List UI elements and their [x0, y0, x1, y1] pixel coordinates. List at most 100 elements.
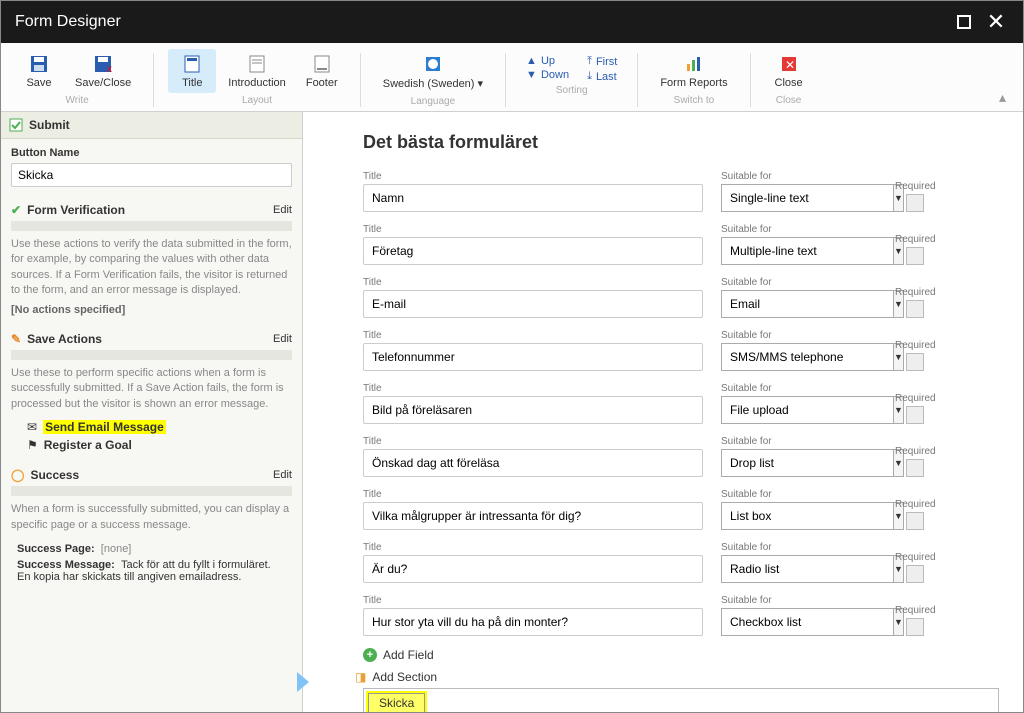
- field-title-input[interactable]: [363, 237, 703, 265]
- save-actions-desc: Use these to perform specific actions wh…: [1, 366, 302, 418]
- required-checkbox[interactable]: [906, 194, 924, 212]
- scroll-up-arrow[interactable]: ▴: [999, 89, 1015, 105]
- form-verification-head: ✔ Form Verification Edit: [1, 195, 302, 219]
- field-type-value[interactable]: [721, 396, 893, 424]
- titlebar: Form Designer ✕: [1, 1, 1023, 43]
- field-type-dropdown[interactable]: ▼: [721, 555, 877, 583]
- required-checkbox[interactable]: [906, 353, 924, 371]
- form-heading: Det bästa formuläret: [363, 132, 999, 153]
- required-checkbox[interactable]: [906, 459, 924, 477]
- save-actions-head: ✎ Save Actions Edit: [1, 324, 302, 348]
- maximize-button[interactable]: [951, 9, 977, 35]
- field-type-dropdown[interactable]: ▼: [721, 343, 877, 371]
- submit-icon: [9, 118, 23, 132]
- title-label: Title: [363, 595, 703, 606]
- field-title-input[interactable]: [363, 184, 703, 212]
- field-title-input[interactable]: [363, 555, 703, 583]
- save-action-email[interactable]: ✉ Send Email Message: [1, 418, 302, 436]
- language-dropdown[interactable]: Swedish (Sweden) ▾: [375, 49, 491, 94]
- save-action-goal[interactable]: ⚑ Register a Goal: [1, 436, 302, 454]
- form-designer-window: Form Designer ✕ Save x Save/Close Write: [0, 0, 1024, 713]
- edit-form-verification[interactable]: Edit: [273, 204, 292, 216]
- field-row: Title Suitable for ▼ Required: [363, 330, 999, 371]
- required-checkbox[interactable]: [906, 618, 924, 636]
- field-type-value[interactable]: [721, 608, 893, 636]
- field-title-input[interactable]: [363, 449, 703, 477]
- success-head: ◯ Success Edit: [1, 460, 302, 484]
- title-label: Title: [363, 330, 703, 341]
- sort-first[interactable]: ⤒First: [587, 55, 617, 68]
- sort-up[interactable]: ▲Up: [526, 55, 569, 67]
- suitable-label: Suitable for: [721, 330, 877, 341]
- edit-success[interactable]: Edit: [273, 469, 292, 481]
- field-type-dropdown[interactable]: ▼: [721, 396, 877, 424]
- suitable-label: Suitable for: [721, 383, 877, 394]
- field-type-dropdown[interactable]: ▼: [721, 184, 877, 212]
- title-label: Title: [363, 171, 703, 182]
- field-title-input[interactable]: [363, 290, 703, 318]
- sort-down[interactable]: ▼Down: [526, 69, 569, 81]
- field-type-value[interactable]: [721, 343, 893, 371]
- required-checkbox[interactable]: [906, 565, 924, 583]
- close-button[interactable]: ✕ Close: [765, 49, 813, 93]
- save-button[interactable]: Save: [15, 49, 63, 93]
- field-row: TitleSuitable for▼Required: [363, 277, 999, 318]
- save-close-button[interactable]: x Save/Close: [67, 49, 139, 93]
- suitable-label: Suitable for: [721, 171, 877, 182]
- button-name-input[interactable]: [11, 163, 292, 187]
- window-title: Form Designer: [15, 13, 945, 31]
- sort-last[interactable]: ⤓Last: [587, 70, 617, 83]
- form-reports-button[interactable]: Form Reports: [652, 49, 735, 93]
- sort-firstlast: ⤒First ⤓Last: [587, 55, 617, 83]
- sun-icon: ◯: [11, 468, 24, 482]
- footer-icon: [311, 53, 333, 75]
- field-type-dropdown[interactable]: ▼: [721, 237, 877, 265]
- required-label: Required: [895, 340, 936, 351]
- required-label: Required: [895, 446, 936, 457]
- suitable-label: Suitable for: [721, 542, 877, 553]
- add-field-button[interactable]: + Add Field: [363, 648, 999, 662]
- introduction-button[interactable]: Introduction: [220, 49, 293, 93]
- sort-updown: ▲Up ▼Down: [526, 55, 569, 83]
- field-type-value[interactable]: [721, 184, 893, 212]
- field-row: TitleSuitable for▼Required: [363, 436, 999, 477]
- field-title-input[interactable]: [363, 502, 703, 530]
- field-title-input[interactable]: [363, 396, 703, 424]
- submit-header: Submit: [1, 112, 302, 139]
- suitable-label: Suitable for: [721, 224, 877, 235]
- field-type-value[interactable]: [721, 449, 893, 477]
- selection-indicator: [297, 672, 309, 692]
- svg-text:✕: ✕: [785, 58, 795, 72]
- field-type-value[interactable]: [721, 502, 893, 530]
- save-close-icon: x: [92, 53, 114, 75]
- field-type-dropdown[interactable]: ▼: [721, 290, 877, 318]
- field-row: TitleSuitable for▼Required: [363, 489, 999, 530]
- section-icon: ◨: [355, 670, 366, 684]
- required-checkbox[interactable]: [906, 247, 924, 265]
- add-section-button[interactable]: ◨ Add Section: [355, 670, 999, 684]
- field-title-input[interactable]: [363, 608, 703, 636]
- required-checkbox[interactable]: [906, 300, 924, 318]
- title-label: Title: [363, 383, 703, 394]
- required-checkbox[interactable]: [906, 406, 924, 424]
- submit-area: Skicka: [363, 688, 999, 712]
- field-type-value[interactable]: [721, 237, 893, 265]
- required-checkbox[interactable]: [906, 512, 924, 530]
- suitable-label: Suitable for: [721, 595, 877, 606]
- field-title-input[interactable]: [363, 343, 703, 371]
- field-row: TitleSuitable for▼Required: [363, 595, 999, 636]
- close-window-button[interactable]: ✕: [983, 9, 1009, 35]
- title-button[interactable]: Title: [168, 49, 216, 93]
- edit-save-actions[interactable]: Edit: [273, 333, 292, 345]
- field-type-dropdown[interactable]: ▼: [721, 608, 877, 636]
- flag-icon: ⚑: [27, 438, 38, 452]
- submit-button[interactable]: Skicka: [368, 693, 425, 712]
- field-type-value[interactable]: [721, 290, 893, 318]
- field-type-dropdown[interactable]: ▼: [721, 502, 877, 530]
- field-type-dropdown[interactable]: ▼: [721, 449, 877, 477]
- gray-bar: [11, 221, 292, 231]
- field-type-value[interactable]: [721, 555, 893, 583]
- footer-button[interactable]: Footer: [298, 49, 346, 93]
- sidebar: Submit Button Name ✔ Form Verification E…: [1, 112, 303, 712]
- success-details: Success Page: [none] Success Message: Ta…: [1, 539, 302, 591]
